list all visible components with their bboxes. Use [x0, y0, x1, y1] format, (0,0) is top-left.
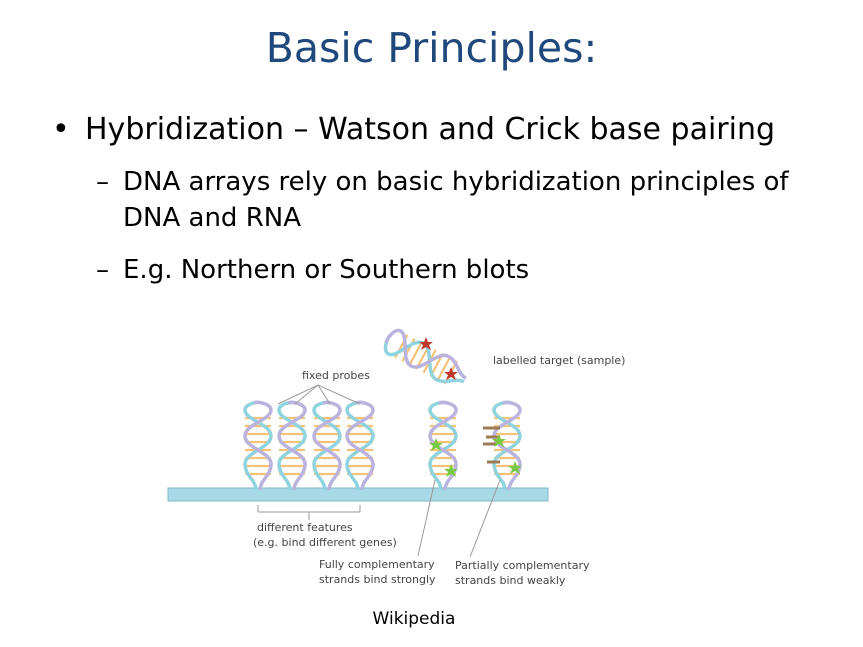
- features-label-1: different features: [257, 521, 353, 534]
- fixed-probe-helix: [345, 400, 375, 492]
- partially-complementary-label-1: Partially complementary: [455, 559, 590, 572]
- fixed-probe-helix: [312, 400, 342, 492]
- fixed-probes-label: fixed probes: [302, 369, 370, 382]
- fixed-probe-helix: [277, 400, 307, 492]
- partially-complementary-helix: [492, 400, 522, 492]
- star-icon: [429, 434, 522, 477]
- hybridization-diagram: fixed probes labelled target (sample) di…: [167, 325, 625, 587]
- fully-complementary-label-2: strands bind strongly: [319, 573, 436, 586]
- features-label-2: (e.g. bind different genes): [253, 536, 397, 549]
- labelled-target-label: labelled target (sample): [493, 354, 625, 367]
- fully-complementary-label-1: Fully complementary: [319, 558, 435, 571]
- fixed-probe-helix: [243, 400, 273, 492]
- image-credit: Wikipedia: [372, 609, 456, 629]
- partially-complementary-label-2: strands bind weakly: [455, 574, 566, 587]
- features-brace: [257, 505, 361, 520]
- labelled-target-helix: [379, 325, 473, 394]
